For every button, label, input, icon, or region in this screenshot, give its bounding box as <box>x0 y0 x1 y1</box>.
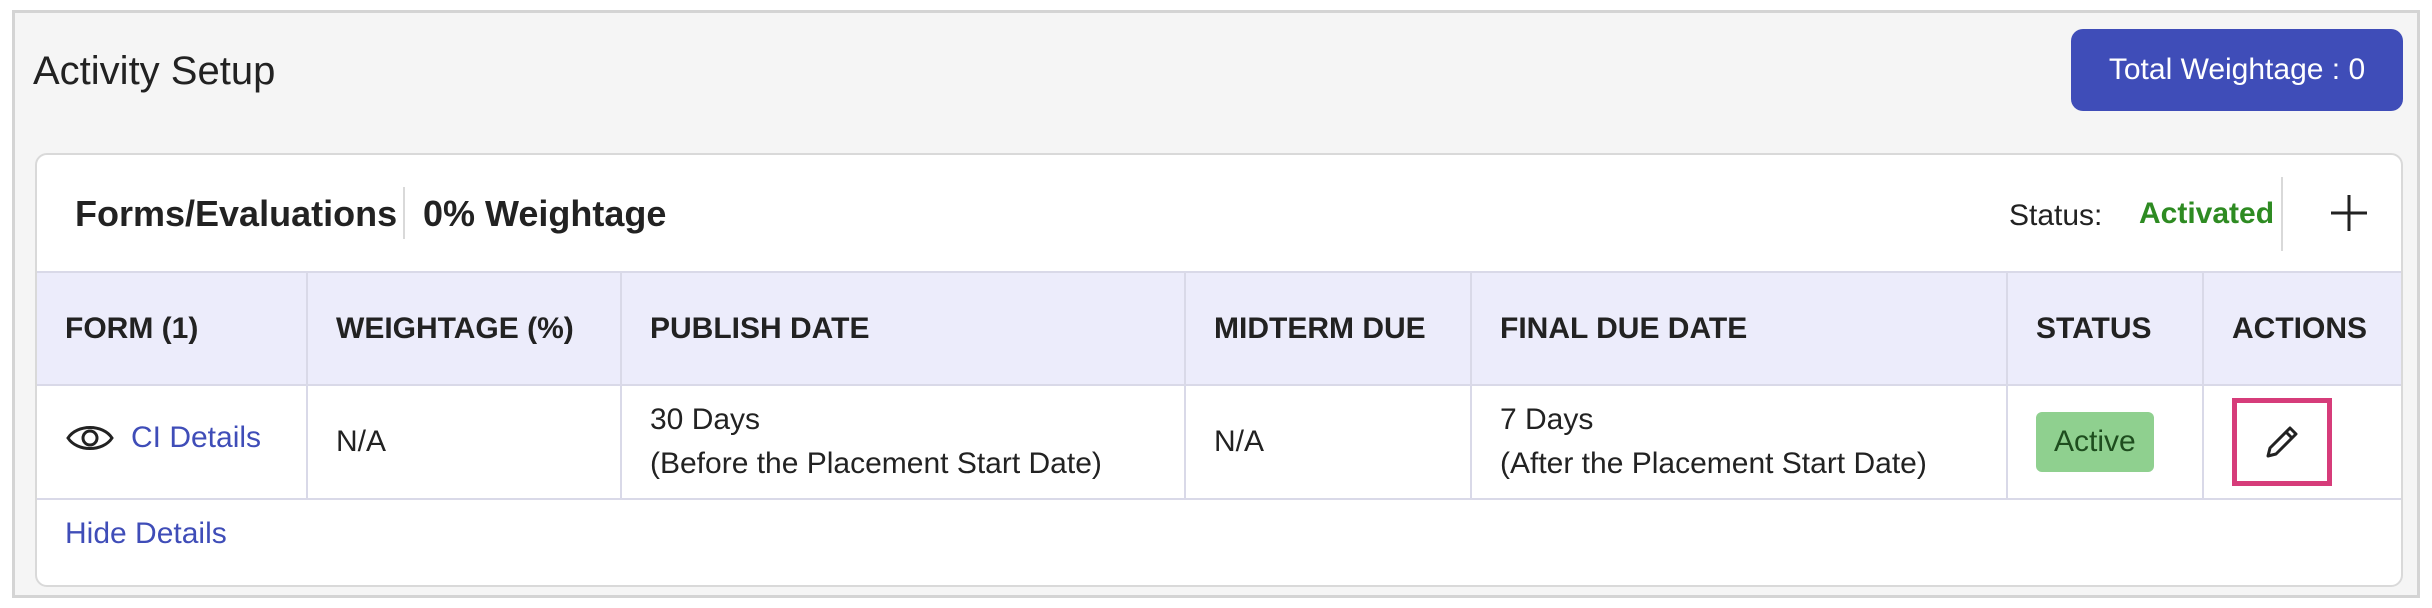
forms-table: FORM (1) WEIGHTAGE (%) PUBLISH DATE MIDT… <box>37 273 2401 500</box>
status-value: Activated <box>2139 197 2275 230</box>
midterm-due-cell: N/A <box>1185 385 1472 500</box>
card-header: Forms/Evaluations 0% Weightage Status: A… <box>37 155 2401 273</box>
header-divider <box>403 187 405 239</box>
final-due-days: 7 Days <box>1500 403 1594 436</box>
status-badge: Active <box>2036 412 2154 472</box>
header-divider <box>2281 177 2283 251</box>
page-title: Activity Setup <box>33 49 276 93</box>
publish-date-note: (Before the Placement Start Date) <box>650 447 1102 480</box>
publish-date-cell: 30 Days (Before the Placement Start Date… <box>621 385 1186 500</box>
publish-date-days: 30 Days <box>650 403 761 436</box>
column-header-form[interactable]: FORM (1) <box>37 273 308 386</box>
column-header-publish-date[interactable]: PUBLISH DATE <box>621 273 1186 386</box>
column-header-final-due-date[interactable]: FINAL DUE DATE <box>1471 273 2008 386</box>
activity-setup-panel: Activity Setup Total Weightage : 0 Forms… <box>12 10 2420 598</box>
column-header-status[interactable]: STATUS <box>2007 273 2204 386</box>
weightage-cell: N/A <box>307 385 622 500</box>
form-link[interactable]: CI Details <box>65 416 261 460</box>
section-weightage: 0% Weightage <box>423 193 667 234</box>
final-due-note: (After the Placement Start Date) <box>1500 447 1927 480</box>
forms-evaluations-card: Forms/Evaluations 0% Weightage Status: A… <box>35 153 2403 587</box>
column-header-weightage[interactable]: WEIGHTAGE (%) <box>307 273 622 386</box>
status-label: Status: <box>2009 199 2103 232</box>
plus-icon <box>2331 195 2367 231</box>
hide-details-link[interactable]: Hide Details <box>65 517 227 551</box>
total-weightage-button[interactable]: Total Weightage : 0 <box>2071 29 2403 111</box>
pencil-icon <box>2266 426 2298 458</box>
actions-cell <box>2203 385 2401 500</box>
status-cell: Active <box>2007 385 2204 500</box>
final-due-date-cell: 7 Days (After the Placement Start Date) <box>1471 385 2008 500</box>
form-name-link[interactable]: CI Details <box>131 416 261 460</box>
table-row: CI Details N/A 30 Days (Before the Place… <box>37 385 2401 500</box>
column-header-midterm-due[interactable]: MIDTERM DUE <box>1185 273 1472 386</box>
eye-icon[interactable] <box>65 420 115 456</box>
table-header-row: FORM (1) WEIGHTAGE (%) PUBLISH DATE MIDT… <box>37 273 2401 386</box>
add-form-button[interactable] <box>2321 185 2377 241</box>
edit-button[interactable] <box>2232 398 2332 486</box>
column-header-actions: ACTIONS <box>2203 273 2401 386</box>
form-cell: CI Details <box>37 385 308 500</box>
section-title: Forms/Evaluations <box>75 193 398 234</box>
